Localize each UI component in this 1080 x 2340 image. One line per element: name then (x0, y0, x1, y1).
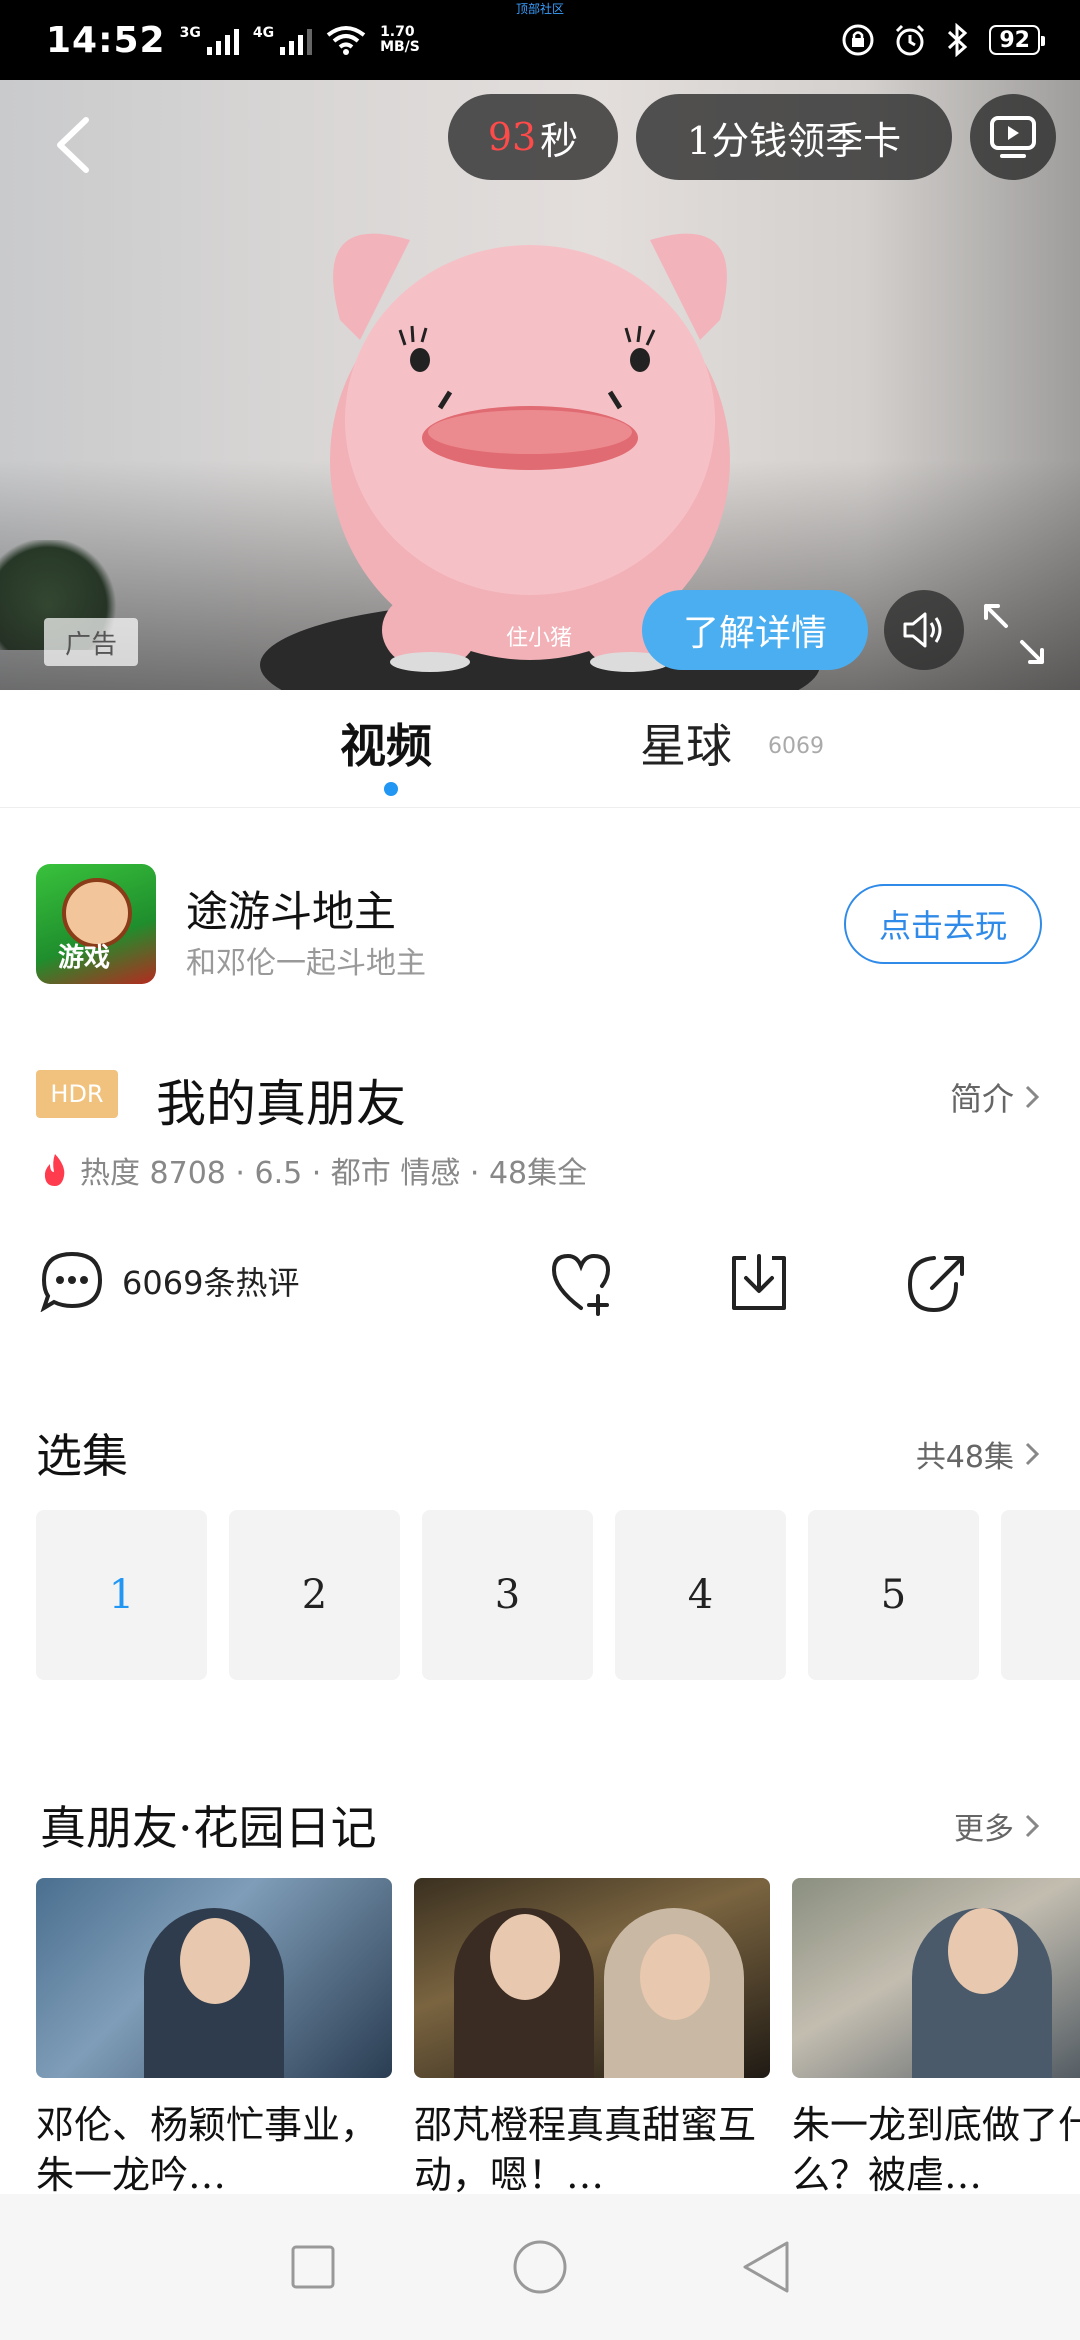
episode-item[interactable]: 3 (422, 1510, 593, 1680)
intro-label: 简介 (949, 1080, 1014, 1118)
collection-cards: 邓伦、杨颖忙事业，朱一龙吟… 邵芃橙程真真甜蜜互动，嗯！… 朱一龙到底做了什么？… (36, 1878, 1080, 2198)
video-thumbnail[interactable] (36, 1878, 392, 2078)
net-speed: 1.70 MB/S (380, 25, 420, 55)
game-subtitle: 和邓伦一起斗地主 (186, 946, 426, 981)
episode-item[interactable]: 5 (808, 1510, 979, 1680)
signal-icon: 3G (180, 25, 239, 55)
chevron-right-icon (1025, 1085, 1040, 1109)
alarm-icon (896, 24, 925, 56)
favorite-icon[interactable] (546, 1248, 616, 1318)
status-left: 14:52 3G 4G 1.70 MB/S (46, 20, 420, 61)
net-speed-unit: MB/S (380, 39, 420, 55)
battery-indicator: 92 (989, 25, 1045, 55)
episode-item-partial[interactable] (1001, 1510, 1080, 1680)
tab-video[interactable]: 视频 (340, 710, 432, 776)
intro-link[interactable]: 简介 (950, 1074, 1040, 1120)
cast-tv-button[interactable] (970, 94, 1056, 180)
video-card[interactable]: 邓伦、杨颖忙事业，朱一龙吟… (36, 1878, 392, 2198)
action-row: 6069条热评 (0, 1236, 1080, 1336)
video-card-caption: 邓伦、杨颖忙事业，朱一龙吟… (36, 2103, 379, 2197)
game-app-icon[interactable]: 游戏 (36, 864, 156, 984)
active-tab-indicator (384, 782, 398, 796)
collection-title: 真朋友·花园日记 (40, 1801, 377, 1855)
bluetooth-icon (948, 23, 968, 57)
ad-badge: 广告 (44, 618, 138, 666)
signal-icon: 4G (252, 25, 313, 55)
episodes-total-link[interactable]: 共48集 (916, 1432, 1040, 1476)
signal-type-label: 4G (252, 25, 275, 41)
episodes-title: 选集 (36, 1429, 128, 1483)
comments-count: 6069条热评 (122, 1264, 300, 1302)
learn-more-button[interactable]: 了解详情 (642, 590, 868, 670)
episode-item[interactable]: 2 (229, 1510, 400, 1680)
show-meta: 热度 8708 · 6.5 · 都市 情感 · 48集全 (40, 1148, 587, 1192)
chevron-right-icon (1025, 1442, 1040, 1466)
collection-more-link[interactable]: 更多 (954, 1804, 1040, 1848)
status-right: 92 (841, 23, 1045, 57)
system-nav-bar (0, 2194, 1080, 2340)
ad-countdown[interactable]: 93 秒 (448, 94, 618, 180)
game-ad-row[interactable]: 游戏 途游斗地主 和邓伦一起斗地主 点击去玩 (0, 840, 1080, 990)
planet-count: 6069 (768, 734, 824, 759)
content-tabs: 视频 星球 6069 (0, 690, 1080, 808)
comments-button[interactable]: 6069条热评 (40, 1250, 299, 1312)
video-card[interactable]: 朱一龙到底做了什么？被虐… (792, 1878, 1080, 2198)
episode-list: 1 2 3 4 5 (36, 1510, 1080, 1680)
flame-icon (44, 1154, 65, 1186)
countdown-unit: 秒 (540, 118, 579, 163)
wifi-icon (326, 26, 366, 55)
sound-button[interactable] (884, 590, 964, 670)
game-icon-tag: 游戏 (58, 943, 111, 973)
clock: 14:52 (46, 19, 166, 61)
speaker-icon (903, 612, 942, 648)
net-speed-value: 1.70 (380, 24, 415, 40)
back-arrow-icon[interactable] (48, 110, 98, 180)
video-card-caption: 邵芃橙程真真甜蜜互动，嗯！… (414, 2103, 757, 2197)
play-game-button[interactable]: 点击去玩 (844, 884, 1042, 964)
share-icon[interactable] (902, 1248, 972, 1318)
video-watermark: 住小猪 (506, 626, 573, 651)
video-card-caption: 朱一龙到底做了什么？被虐… (792, 2103, 1080, 2197)
fullscreen-icon[interactable] (980, 600, 1048, 668)
countdown-number: 93 (487, 115, 537, 159)
vip-promo-button[interactable]: 1分钱领季卡 (636, 94, 952, 180)
hdr-badge: HDR (36, 1070, 118, 1118)
comment-icon (40, 1251, 103, 1312)
recents-icon[interactable] (283, 2237, 343, 2297)
status-bar: 顶部社区 14:52 3G 4G 1.70 MB/S 92 (0, 0, 1080, 80)
video-thumbnail[interactable] (792, 1878, 1080, 2078)
video-card[interactable]: 邵芃橙程真真甜蜜互动，嗯！… (414, 1878, 770, 2198)
download-icon[interactable] (724, 1248, 794, 1318)
tv-icon (990, 116, 1036, 158)
notch-label: 顶部社区 (515, 2, 565, 16)
lock-rotation-icon (842, 24, 874, 56)
collection-more-label: 更多 (954, 1812, 1014, 1847)
show-title: 我的真朋友 (156, 1075, 406, 1133)
show-meta-text: 热度 8708 · 6.5 · 都市 情感 · 48集全 (80, 1156, 588, 1191)
video-player[interactable]: 93 秒 1分钱领季卡 广告 住小猪 了解详情 (0, 80, 1080, 690)
chevron-right-icon (1025, 1814, 1040, 1838)
back-icon[interactable] (737, 2237, 797, 2297)
episode-item[interactable]: 1 (36, 1510, 207, 1680)
signal-type-label: 3G (179, 25, 201, 41)
episode-item[interactable]: 4 (615, 1510, 786, 1680)
episodes-total-label: 共48集 (915, 1440, 1014, 1475)
home-icon[interactable] (510, 2237, 570, 2297)
tab-planet[interactable]: 星球 (640, 710, 732, 776)
game-title: 途游斗地主 (186, 887, 397, 936)
video-thumbnail[interactable] (414, 1878, 770, 2078)
